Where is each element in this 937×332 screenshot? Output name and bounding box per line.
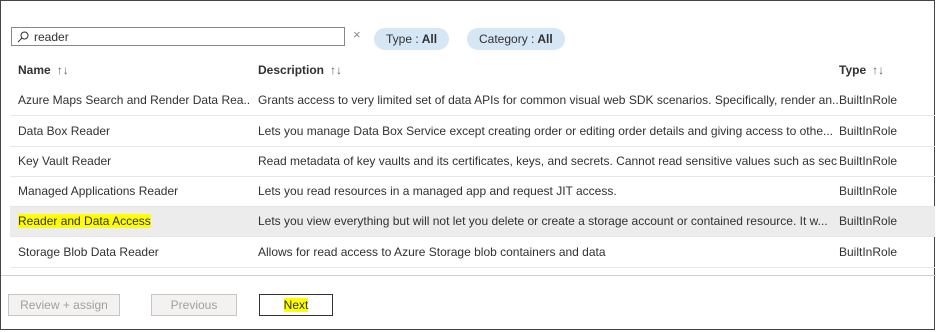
table-row[interactable]: Data Box Reader Lets you manage Data Box… bbox=[10, 117, 935, 147]
next-button-label: Next bbox=[283, 298, 309, 312]
role-description: Lets you manage Data Box Service except … bbox=[258, 124, 833, 138]
column-header-description[interactable]: Description ↑↓ bbox=[258, 63, 342, 77]
role-name: Data Box Reader bbox=[18, 124, 111, 138]
role-name: Managed Applications Reader bbox=[18, 184, 179, 198]
category-filter-label: Category : bbox=[479, 32, 535, 46]
clear-search-icon[interactable]: × bbox=[353, 26, 361, 44]
sort-icon: ↑↓ bbox=[872, 63, 885, 77]
role-name: Azure Maps Search and Render Data Rea... bbox=[18, 93, 250, 107]
role-description: Grants access to very limited set of dat… bbox=[258, 93, 838, 107]
role-type: BuiltInRole bbox=[839, 93, 898, 107]
highlighted-role-name: Reader and Data Access bbox=[18, 214, 151, 228]
table-row[interactable]: Storage Blob Data Reader Allows for read… bbox=[10, 238, 935, 268]
search-input[interactable]: reader bbox=[11, 27, 345, 46]
role-description: Read metadata of key vaults and its cert… bbox=[258, 154, 838, 168]
type-filter-label: Type : bbox=[386, 32, 419, 46]
search-icon bbox=[16, 30, 30, 44]
role-type: BuiltInRole bbox=[839, 214, 898, 228]
role-name: Reader and Data Access bbox=[18, 207, 250, 236]
column-header-description-label: Description bbox=[258, 63, 325, 77]
review-assign-button[interactable]: Review + assign bbox=[8, 294, 120, 316]
table-row[interactable]: Azure Maps Search and Render Data Rea...… bbox=[10, 86, 935, 116]
role-type: BuiltInRole bbox=[839, 124, 898, 138]
search-value: reader bbox=[34, 29, 69, 44]
sort-icon: ↑↓ bbox=[330, 63, 343, 77]
category-filter-pill[interactable]: Category : All bbox=[467, 28, 565, 50]
role-type: BuiltInRole bbox=[839, 154, 898, 168]
next-button[interactable]: Next bbox=[259, 294, 333, 316]
column-header-name-label: Name bbox=[18, 63, 51, 77]
type-filter-value: All bbox=[421, 32, 438, 46]
role-description: Lets you view everything but will not le… bbox=[258, 214, 828, 228]
role-name: Key Vault Reader bbox=[18, 154, 112, 168]
role-name: Storage Blob Data Reader bbox=[18, 245, 159, 259]
role-picker-panel: reader × Type : All Category : All Name ↑… bbox=[0, 0, 936, 330]
previous-button[interactable]: Previous bbox=[151, 294, 237, 316]
sort-icon: ↑↓ bbox=[56, 63, 69, 77]
table-row[interactable]: Key Vault Reader Read metadata of key va… bbox=[10, 147, 935, 177]
category-filter-value: All bbox=[537, 32, 553, 46]
role-type: BuiltInRole bbox=[839, 245, 898, 259]
column-header-type[interactable]: Type ↑↓ bbox=[839, 63, 884, 77]
role-description: Lets you read resources in a managed app… bbox=[258, 184, 617, 198]
column-header-name[interactable]: Name ↑↓ bbox=[18, 63, 69, 77]
table-row[interactable]: Managed Applications Reader Lets you rea… bbox=[10, 177, 935, 207]
role-type: BuiltInRole bbox=[839, 184, 898, 198]
table-row-selected[interactable]: Reader and Data Access Lets you view eve… bbox=[10, 207, 935, 237]
footer-divider bbox=[1, 275, 936, 276]
column-header-type-label: Type bbox=[839, 63, 867, 77]
role-description: Allows for read access to Azure Storage … bbox=[258, 245, 606, 259]
type-filter-pill[interactable]: Type : All bbox=[374, 28, 450, 50]
